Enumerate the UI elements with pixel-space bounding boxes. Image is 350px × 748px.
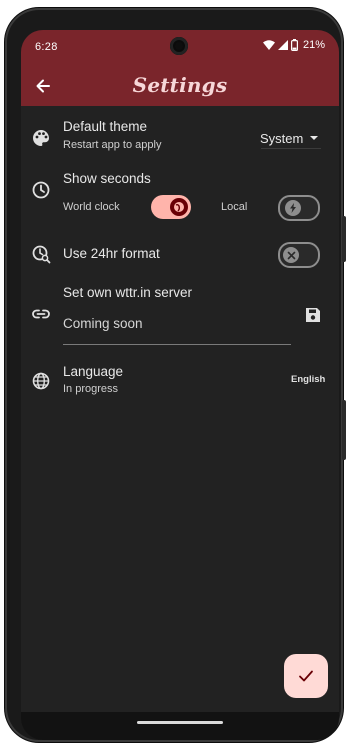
local-switch[interactable] xyxy=(278,195,320,221)
signal-icon xyxy=(277,40,288,50)
status-time: 6:28 xyxy=(35,41,58,53)
default-theme-label: Default theme xyxy=(63,119,148,134)
theme-dropdown-underline xyxy=(261,148,321,149)
world-clock-switch[interactable] xyxy=(151,195,191,219)
theme-dropdown-value: System xyxy=(260,130,304,146)
battery-icon xyxy=(290,39,298,51)
battery-percent: 21% xyxy=(302,39,325,51)
page-title: Settings xyxy=(132,73,228,97)
wttr-server-label: Set own wttr.in server xyxy=(63,285,193,300)
language-subtitle: In progress xyxy=(63,383,119,395)
clock-icon xyxy=(32,181,50,199)
camera-cutout xyxy=(170,37,188,55)
world-clock-label: World clock xyxy=(63,201,120,213)
check-icon xyxy=(299,670,313,682)
switch-thumb xyxy=(170,198,188,216)
status-icons: 21% xyxy=(262,39,325,51)
language-value[interactable]: English xyxy=(291,374,325,385)
phone-frame: 6:28 21% Settings Default theme Restart … xyxy=(5,8,346,742)
switch-thumb xyxy=(285,200,301,216)
wttr-server-input-underline xyxy=(63,344,291,345)
palette-icon xyxy=(33,130,49,146)
wttr-server-input[interactable]: Coming soon xyxy=(63,316,143,331)
chevron-down-icon xyxy=(310,136,319,140)
save-icon[interactable] xyxy=(303,305,323,325)
status-bar: 6:28 21% xyxy=(21,30,339,64)
close-icon xyxy=(287,251,295,259)
show-seconds-label: Show seconds xyxy=(63,171,151,186)
link-icon xyxy=(32,309,50,319)
use-24hr-label: Use 24hr format xyxy=(63,246,160,261)
theme-dropdown[interactable]: System xyxy=(260,127,319,149)
screen: 6:28 21% Settings Default theme Restart … xyxy=(21,30,339,740)
app-bar: 6:28 21% Settings xyxy=(21,30,339,106)
home-handle[interactable] xyxy=(137,721,223,724)
globe-icon xyxy=(174,202,184,212)
use-24hr-switch[interactable] xyxy=(278,242,320,268)
navigation-bar xyxy=(21,712,339,740)
default-theme-subtitle: Restart app to apply xyxy=(63,139,162,151)
language-label: Language xyxy=(63,364,124,379)
clock-search-icon xyxy=(32,245,51,264)
wifi-icon xyxy=(262,40,275,50)
power-button xyxy=(342,216,346,262)
switch-thumb xyxy=(283,247,299,263)
confirm-fab[interactable] xyxy=(284,654,328,698)
bolt-icon xyxy=(290,203,296,213)
globe-icon xyxy=(32,372,50,390)
local-label: Local xyxy=(221,201,248,213)
volume-button xyxy=(342,400,346,460)
